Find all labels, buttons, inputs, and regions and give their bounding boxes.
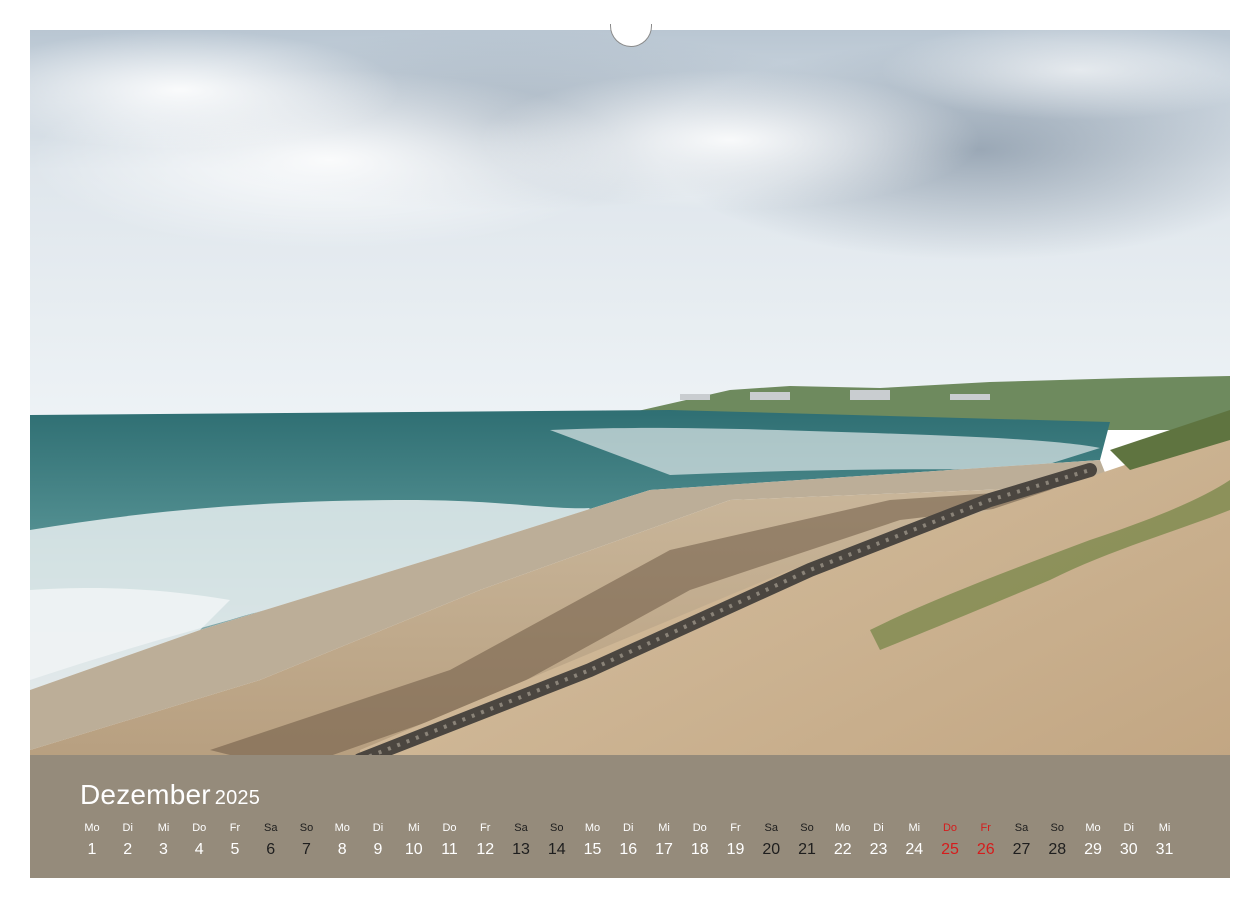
- day-number: 7: [302, 841, 311, 858]
- day-number: 16: [619, 841, 638, 858]
- calendar-day: Do 25: [932, 819, 968, 859]
- calendar-day: Sa 20: [753, 819, 789, 859]
- calendar-day: Fr 19: [718, 819, 754, 859]
- calendar-day: Mo 1: [74, 819, 110, 859]
- calendar-day: Fr 26: [968, 819, 1004, 859]
- day-number: 19: [726, 841, 745, 858]
- month-name: Dezember: [80, 779, 211, 810]
- calendar-day: Di 30: [1111, 819, 1147, 859]
- weekday-label: Sa: [1014, 822, 1029, 834]
- calendar-day: Sa 6: [253, 819, 289, 859]
- month-year: 2025: [214, 787, 261, 809]
- calendar-day: Mi 31: [1147, 819, 1183, 859]
- weekday-label: Mi: [908, 822, 921, 834]
- weekday-label: Do: [442, 822, 457, 834]
- day-number: 31: [1155, 841, 1174, 858]
- weekday-label: Mo: [334, 822, 350, 834]
- day-number: 8: [337, 841, 347, 858]
- day-number: 3: [159, 841, 168, 858]
- day-number: 28: [1048, 841, 1067, 858]
- day-number: 26: [976, 841, 995, 858]
- day-number: 15: [583, 841, 602, 858]
- day-number: 27: [1012, 841, 1031, 858]
- weekday-label: Mo: [584, 822, 601, 834]
- calendar-day: Di 23: [861, 819, 897, 859]
- weekday-label: Fr: [480, 822, 491, 834]
- calendar-day: Mi 24: [896, 819, 932, 859]
- day-number: 9: [373, 841, 383, 858]
- weekday-label: Mi: [1158, 822, 1171, 834]
- calendar-day: Di 16: [610, 819, 646, 859]
- weekday-label: Di: [122, 822, 133, 834]
- weekday-label: Mo: [1085, 822, 1101, 834]
- weekday-label: Fr: [229, 822, 241, 834]
- calendar-day: Fr 12: [467, 819, 503, 859]
- weekday-label: Di: [623, 822, 634, 834]
- day-number: 13: [512, 841, 530, 858]
- weekday-label: Fr: [730, 822, 741, 834]
- day-number: 24: [905, 841, 924, 858]
- calendar-day: Mi 3: [146, 819, 182, 859]
- calendar-day: So 14: [539, 819, 575, 859]
- day-number: 22: [833, 841, 852, 858]
- day-number: 14: [547, 841, 566, 858]
- day-number: 4: [194, 841, 204, 858]
- weekday-label: Fr: [980, 822, 991, 834]
- weekday-label: Mo: [835, 822, 851, 834]
- weekday-label: Mi: [157, 822, 170, 834]
- weekday-label: Do: [192, 822, 207, 834]
- weekday-label: So: [550, 822, 564, 834]
- calendar-day: So 7: [289, 819, 325, 859]
- month-title: Dezember 2025: [80, 779, 260, 811]
- day-number: 12: [476, 841, 495, 858]
- weekday-label: So: [299, 822, 314, 834]
- weekday-label: Sa: [764, 822, 778, 834]
- calendar-day: Mi 10: [396, 819, 432, 859]
- calendar-day: Mo 22: [825, 819, 861, 859]
- calendar-day: Sa 27: [1004, 819, 1040, 859]
- day-number: 20: [762, 841, 781, 858]
- calendar-day: Di 2: [110, 819, 146, 859]
- day-number: 30: [1119, 841, 1138, 858]
- weekday-label: Do: [692, 822, 707, 834]
- day-number: 6: [266, 841, 276, 858]
- day-number: 1: [87, 841, 97, 858]
- day-number: 10: [404, 841, 423, 858]
- calendar-day: Mo 8: [324, 819, 360, 859]
- weekday-label: So: [1050, 822, 1064, 834]
- day-number: 2: [123, 841, 133, 858]
- weekday-label: So: [800, 822, 814, 834]
- calendar-day: Mo 15: [575, 819, 611, 859]
- day-number: 25: [941, 841, 959, 858]
- calendar-day: Do 11: [432, 819, 468, 859]
- weekday-label: Mi: [658, 822, 670, 834]
- calendar-day: So 28: [1039, 819, 1075, 859]
- day-row: Mo 1 Di 2 Mi 3 Do 4 Fr 5 Sa 6 So 7 Mo 8 Di 9 Mi 10 Do 11 Fr 12 S…: [74, 819, 1194, 869]
- beach-photo: [30, 30, 1230, 878]
- weekday-label: Do: [942, 822, 958, 834]
- weekday-label: Mo: [84, 822, 100, 834]
- calendar-day: So 21: [789, 819, 825, 859]
- weekday-label: Di: [372, 822, 384, 834]
- calendar-bar: Dezember 2025 Mo 1 Di 2 Mi 3 Do 4 Fr 5 Sa 6 So 7 Mo 8 Di 9…: [30, 755, 1230, 878]
- day-number: 18: [690, 841, 709, 858]
- weekday-label: Sa: [514, 822, 528, 834]
- calendar-day: Mo 29: [1075, 819, 1111, 859]
- day-number: 5: [230, 841, 240, 858]
- weekday-label: Mi: [407, 822, 420, 834]
- day-number: 23: [869, 841, 888, 858]
- weekday-label: Di: [1123, 822, 1134, 834]
- day-number: 21: [798, 841, 816, 858]
- calendar-day: Fr 5: [217, 819, 253, 859]
- calendar-day: Do 18: [682, 819, 718, 859]
- weekday-label: Sa: [264, 822, 278, 834]
- calendar-day: Mi 17: [646, 819, 682, 859]
- calendar-day: Do 4: [181, 819, 217, 859]
- day-number: 29: [1084, 841, 1102, 858]
- day-number: 17: [655, 841, 673, 858]
- weekday-label: Di: [873, 822, 884, 834]
- calendar-day: Di 9: [360, 819, 396, 859]
- day-number: 11: [441, 841, 458, 858]
- calendar-day: Sa 13: [503, 819, 539, 859]
